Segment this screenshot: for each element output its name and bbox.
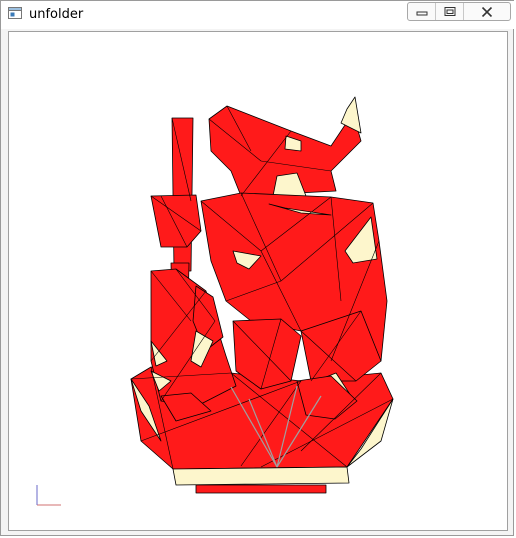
title-bar[interactable]: unfolder	[1, 1, 515, 29]
minimize-icon	[416, 11, 427, 15]
minimize-button[interactable]	[408, 3, 436, 20]
maximize-button[interactable]	[436, 3, 464, 20]
app-window-icon	[8, 7, 22, 19]
maximize-icon	[444, 6, 455, 16]
close-icon	[481, 6, 493, 17]
mesh-face-front	[150, 194, 202, 248]
viewport-panel[interactable]	[8, 31, 508, 531]
axis-indicator	[36, 485, 61, 506]
mesh-model	[130, 96, 394, 494]
3d-viewport[interactable]	[9, 32, 507, 530]
window-controls	[407, 2, 511, 21]
window-title: unfolder	[29, 7, 84, 22]
mesh-face-front	[171, 117, 194, 272]
close-button[interactable]	[464, 3, 510, 20]
mesh-face-back	[172, 466, 350, 486]
app-window: unfolder	[0, 0, 515, 536]
mesh-face-front	[195, 484, 327, 494]
